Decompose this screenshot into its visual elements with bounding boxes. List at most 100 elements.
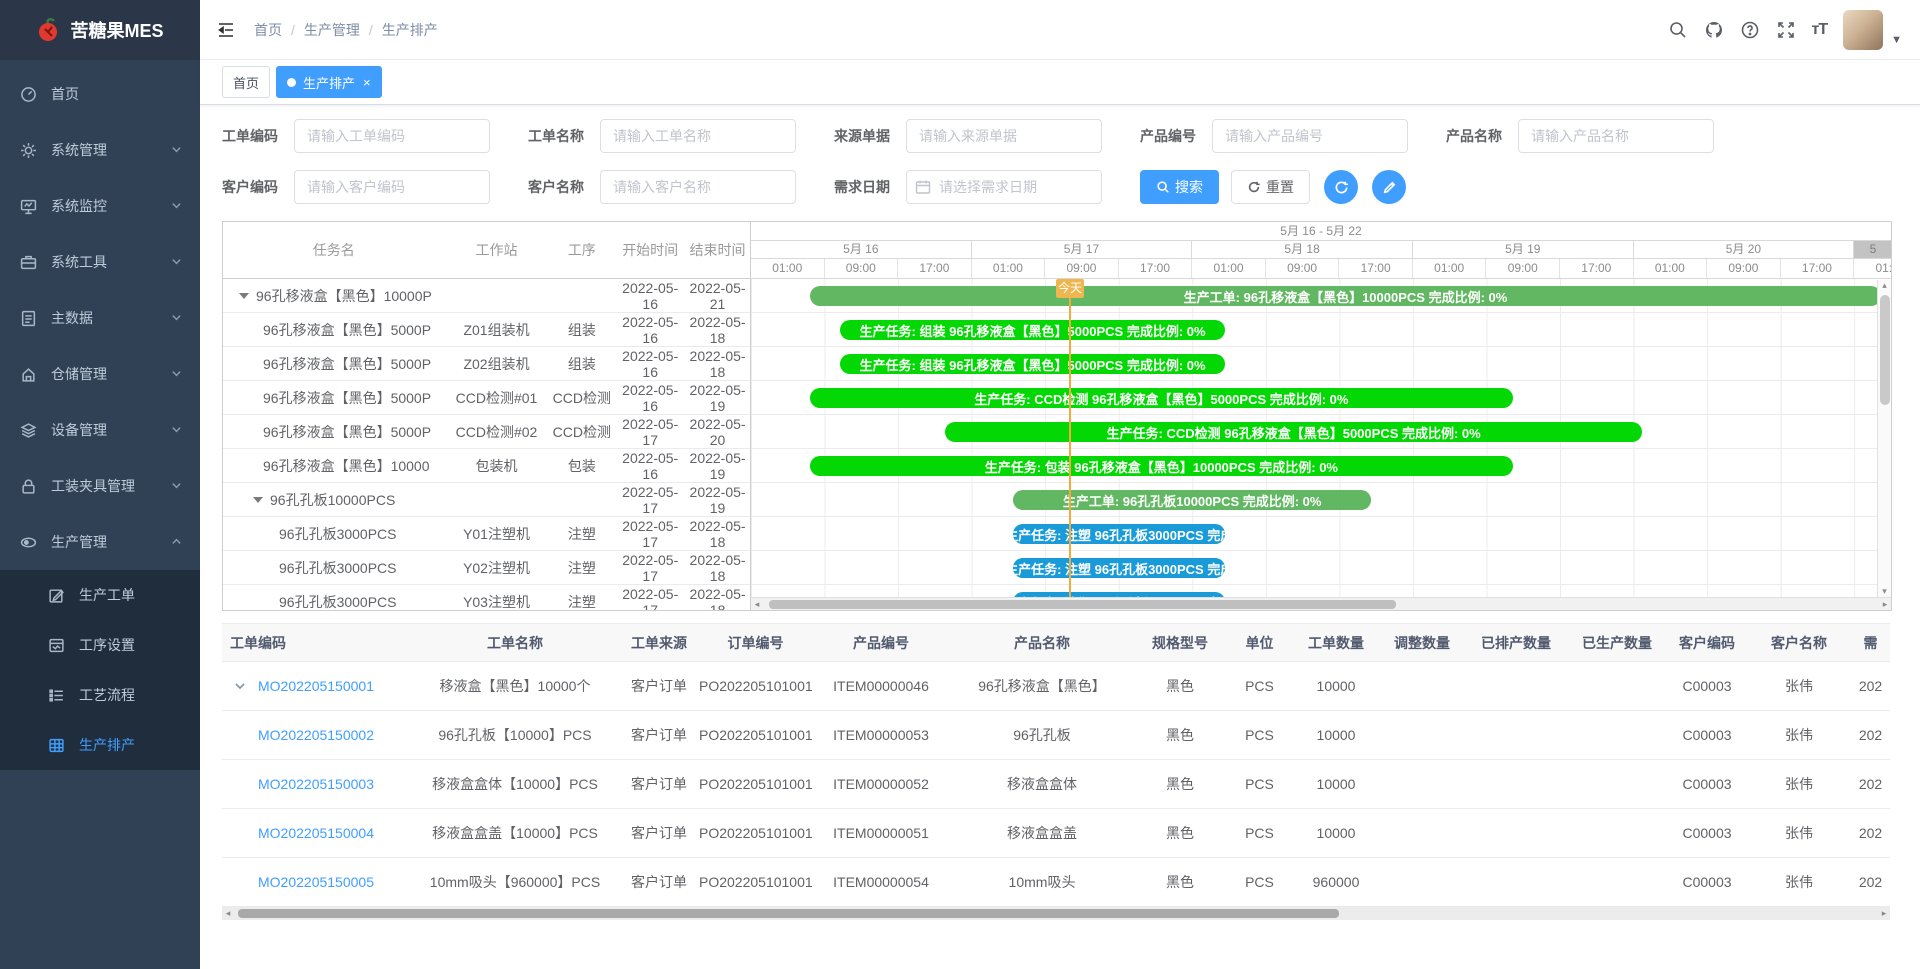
gantt-grid-row[interactable]: 96孔孔板3000PCS Y02注塑机 注塑 2022-05-17 2022-0… — [223, 551, 750, 585]
scrollbar-thumb[interactable] — [238, 909, 1339, 918]
gantt-grid-row[interactable]: 96孔移液盒【黑色】5000P CCD检测#01 CCD检测 2022-05-1… — [223, 381, 750, 415]
search-icon[interactable] — [1668, 20, 1688, 40]
sidebar-item-warehouse-mgmt[interactable]: 仓储管理 — [0, 346, 200, 402]
search-button[interactable]: 搜索 — [1140, 170, 1219, 204]
sidebar-item-production-order[interactable]: 生产工单 — [0, 570, 200, 620]
github-icon[interactable] — [1704, 20, 1724, 40]
customer-code: C00003 — [1667, 809, 1747, 858]
col-header-customer-code: 客户编码 — [1667, 624, 1747, 662]
mo-link[interactable]: MO202205150002 — [222, 711, 411, 760]
edit-button[interactable] — [1372, 170, 1406, 204]
help-icon[interactable] — [1740, 20, 1760, 40]
brand-logo[interactable]: 苦糖果MES — [0, 0, 200, 60]
product-code: ITEM00000054 — [812, 858, 950, 907]
customer-name-input[interactable] — [600, 170, 796, 204]
chevron-down-icon[interactable] — [234, 679, 246, 691]
scrollbar-thumb[interactable] — [1880, 295, 1890, 405]
avatar[interactable] — [1843, 10, 1883, 50]
workorder-code-input[interactable] — [294, 119, 490, 153]
order-no: PO202205101001 — [699, 760, 812, 809]
gantt-bar[interactable]: 生产任务: CCD检测 96孔移液盒【黑色】5000PCS 完成比例: 0% — [810, 388, 1512, 408]
gantt-bar[interactable]: 生产任务: 注塑 96孔孔板3000PCS 完成 — [1013, 524, 1225, 544]
reset-button[interactable]: 重置 — [1231, 170, 1310, 204]
mo-link[interactable]: MO202205150001 — [222, 662, 411, 711]
mo-link[interactable]: MO202205150004 — [222, 809, 411, 858]
scroll-right-arrow-icon[interactable]: ▸ — [1878, 908, 1890, 919]
customer-code-input[interactable] — [294, 170, 490, 204]
breadcrumb-production-scheduling[interactable]: 生产排产 — [382, 20, 438, 40]
sidebar-item-system-monitor[interactable]: 系统监控 — [0, 178, 200, 234]
sidebar-collapse-icon[interactable] — [216, 20, 236, 40]
col-header-qty: 工单数量 — [1293, 624, 1379, 662]
sidebar-item-system-tools[interactable]: 系统工具 — [0, 234, 200, 290]
scrollbar-thumb[interactable] — [769, 600, 1396, 609]
mo-link[interactable]: MO202205150005 — [222, 858, 411, 907]
gantt-grid-row[interactable]: 96孔移液盒【黑色】5000P CCD检测#02 CCD检测 2022-05-1… — [223, 415, 750, 449]
source-doc-input[interactable] — [906, 119, 1102, 153]
fullscreen-icon[interactable] — [1776, 20, 1796, 40]
scroll-up-arrow-icon[interactable]: ▴ — [1882, 280, 1887, 291]
sidebar-item-equipment-mgmt[interactable]: 设备管理 — [0, 402, 200, 458]
sidebar-item-production-mgmt[interactable]: 生产管理 — [0, 514, 200, 570]
scroll-right-arrow-icon[interactable]: ▸ — [1879, 599, 1891, 610]
gantt-grid-row[interactable]: 96孔移液盒【黑色】5000P Z01组装机 组装 2022-05-16 202… — [223, 313, 750, 347]
demand-date-input[interactable] — [906, 170, 1102, 204]
scroll-left-arrow-icon[interactable]: ◂ — [222, 908, 234, 919]
product-name-input[interactable] — [1518, 119, 1714, 153]
hour-cell: 17:00 — [1781, 259, 1855, 278]
gantt-grid-row[interactable]: 96孔移液盒【黑色】10000P 2022-05-16 2022-05-21 — [223, 279, 750, 313]
start-time: 2022-05-16 — [615, 450, 685, 482]
gantt-grid-row[interactable]: 96孔孔板3000PCS Y01注塑机 注塑 2022-05-17 2022-0… — [223, 517, 750, 551]
gantt-bar[interactable]: 生产任务: 注塑 96孔孔板3000PCS 完成 — [1013, 558, 1225, 578]
refresh-gantt-button[interactable] — [1324, 170, 1358, 204]
table-horizontal-scrollbar[interactable]: ◂ ▸ — [222, 907, 1890, 920]
expand-triangle-icon[interactable] — [253, 497, 263, 503]
sidebar-item-home[interactable]: 首页 — [0, 66, 200, 122]
close-icon[interactable]: × — [363, 75, 371, 90]
adjust-qty — [1379, 760, 1465, 809]
user-dropdown-caret-icon[interactable]: ▼ — [1891, 34, 1902, 46]
col-header-station: 工作站 — [445, 240, 549, 260]
gantt-grid-row[interactable]: 96孔移液盒【黑色】5000P Z02组装机 组装 2022-05-16 202… — [223, 347, 750, 381]
tab-production-scheduling[interactable]: 生产排产 × — [276, 66, 382, 98]
mo-link[interactable]: MO202205150003 — [222, 760, 411, 809]
scroll-left-arrow-icon[interactable]: ◂ — [751, 599, 763, 610]
sidebar-item-process-flow[interactable]: 工艺流程 — [0, 670, 200, 720]
gantt-bar[interactable]: 生产任务: 包装 96孔移液盒【黑色】10000PCS 完成比例: 0% — [810, 456, 1512, 476]
gantt-grid-row[interactable]: 96孔孔板10000PCS 2022-05-17 2022-05-19 — [223, 483, 750, 517]
gantt-bar[interactable]: 生产任务: 组装 96孔移液盒【黑色】5000PCS 完成比例: 0% — [840, 320, 1225, 340]
gantt-horizontal-scrollbar[interactable]: ◂ ▸ — [751, 597, 1891, 610]
font-size-icon[interactable]: ᴛT — [1812, 21, 1828, 39]
expand-triangle-icon[interactable] — [239, 293, 249, 299]
tab-home[interactable]: 首页 — [222, 66, 270, 98]
gantt-bar[interactable]: 生产任务: CCD检测 96孔移液盒【黑色】5000PCS 完成比例: 0% — [945, 422, 1643, 442]
gantt-grid-row[interactable]: 96孔孔板3000PCS Y03注塑机 注塑 2022-05-17 2022-0… — [223, 585, 750, 610]
sidebar-item-process-settings[interactable]: 工序设置 — [0, 620, 200, 670]
gantt-bar[interactable]: 生产工单: 96孔移液盒【黑色】10000PCS 完成比例: 0% — [810, 286, 1880, 306]
gantt-bar[interactable]: 生产任务: 组装 96孔移液盒【黑色】5000PCS 完成比例: 0% — [840, 354, 1225, 374]
table-row[interactable]: MO202205150005 10mm吸头【960000】PCS 客户订单 PO… — [222, 858, 1890, 907]
col-header-product-name: 产品名称 — [950, 624, 1134, 662]
spec: 黑色 — [1134, 662, 1226, 711]
customer-name: 张伟 — [1747, 858, 1851, 907]
hour-cell: 09:00 — [1707, 259, 1781, 278]
breadcrumb-home[interactable]: 首页 — [254, 20, 282, 40]
gantt-bar[interactable]: 生产工单: 96孔孔板10000PCS 完成比例: 0% — [1013, 490, 1371, 510]
sidebar-item-production-scheduling[interactable]: 生产排产 — [0, 720, 200, 770]
scheduled-qty — [1465, 662, 1567, 711]
task-name: 96孔移液盒【黑色】5000P — [263, 320, 431, 340]
order-no: PO202205101001 — [699, 858, 812, 907]
sidebar-item-system-mgmt[interactable]: 系统管理 — [0, 122, 200, 178]
sidebar-item-fixture-mgmt[interactable]: 工装夹具管理 — [0, 458, 200, 514]
scroll-down-arrow-icon[interactable]: ▾ — [1882, 586, 1887, 597]
product-code-input[interactable] — [1212, 119, 1408, 153]
gantt-vertical-scrollbar[interactable]: ▴ ▾ — [1877, 280, 1891, 597]
workorder-name-input[interactable] — [600, 119, 796, 153]
table-row[interactable]: MO202205150004 移液盒盒盖【10000】PCS 客户订单 PO20… — [222, 809, 1890, 858]
breadcrumb-production-mgmt[interactable]: 生产管理 — [304, 20, 360, 40]
table-row[interactable]: MO202205150001 移液盒【黑色】10000个 客户订单 PO2022… — [222, 662, 1890, 711]
table-row[interactable]: MO202205150002 96孔孔板【10000】PCS 客户订单 PO20… — [222, 711, 1890, 760]
table-row[interactable]: MO202205150003 移液盒盒体【10000】PCS 客户订单 PO20… — [222, 760, 1890, 809]
sidebar-item-master-data[interactable]: 主数据 — [0, 290, 200, 346]
gantt-grid-row[interactable]: 96孔移液盒【黑色】10000 包装机 包装 2022-05-16 2022-0… — [223, 449, 750, 483]
